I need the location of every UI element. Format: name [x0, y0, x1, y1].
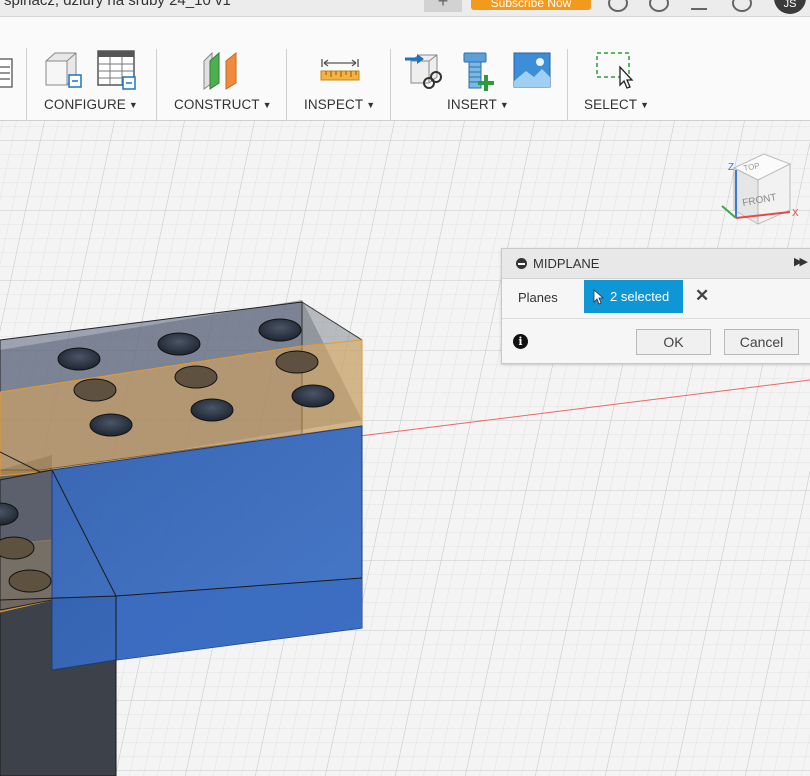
configure-label: CONFIGURE — [44, 97, 126, 112]
selection-count: 2 selected — [610, 289, 670, 304]
toolbar: CONFIGURE ▼ CONSTRUCT ▼ INSPECT ▼ INSERT… — [0, 17, 810, 129]
title-bar: spinacz, dziury na śruby 24_10 v1 close-… — [0, 0, 810, 17]
toolbar-separator — [156, 49, 157, 129]
configure-box-icon[interactable] — [42, 49, 84, 93]
insert-mcmaster-bolt-icon[interactable] — [458, 49, 502, 93]
view-cube-x-label: X — [792, 208, 799, 219]
dialog-header[interactable]: MIDPLANE ▶▶ — [502, 249, 810, 279]
hole — [258, 318, 302, 342]
hole — [0, 536, 35, 560]
cancel-button[interactable]: Cancel — [724, 329, 799, 355]
hole — [190, 398, 234, 422]
expand-panel-icon[interactable]: ▶▶ — [794, 255, 808, 268]
toolbar-separator — [390, 49, 391, 129]
modify-table-icon[interactable] — [0, 57, 14, 89]
toolbar-separator — [286, 49, 287, 129]
document-title: spinacz, dziury na śruby 24_10 v1 — [4, 0, 231, 9]
insert-derive-icon[interactable] — [403, 49, 447, 93]
notifications-icon[interactable] — [649, 0, 669, 12]
job-status-icon[interactable] — [608, 0, 628, 12]
hole — [89, 413, 133, 437]
new-tab-button[interactable]: + — [424, 0, 462, 12]
toolbar-separator — [26, 48, 27, 128]
toolbar-separator — [567, 49, 568, 129]
clear-selection-icon[interactable]: ✕ — [695, 286, 709, 306]
configure-table-icon[interactable] — [95, 49, 139, 93]
toolbar-group-insert[interactable]: INSERT ▼ — [447, 97, 509, 112]
extensions-icon[interactable] — [691, 0, 707, 10]
hole — [57, 347, 101, 371]
subscribe-button[interactable]: Subscribe Now — [471, 0, 591, 10]
chevron-down-icon: ▼ — [128, 100, 138, 110]
chevron-down-icon: ▼ — [640, 100, 650, 110]
construct-label: CONSTRUCT — [174, 97, 260, 112]
hole — [174, 365, 218, 389]
construct-plane-icon[interactable] — [200, 49, 244, 93]
toolbar-group-select[interactable]: SELECT ▼ — [584, 97, 649, 112]
toolbar-group-construct[interactable]: CONSTRUCT ▼ — [174, 97, 272, 112]
hole — [8, 569, 52, 593]
insert-label: INSERT — [447, 97, 497, 112]
model-scene[interactable]: TOP FRONT Z X — [0, 121, 810, 776]
midplane-dialog: MIDPLANE ▶▶ Planes 2 selected ✕ i OK Can… — [501, 248, 810, 364]
view-cube-z-label: Z — [728, 162, 734, 173]
cursor-icon — [593, 289, 605, 305]
canvas-viewport[interactable]: TOP FRONT Z X — [0, 121, 810, 776]
collapse-icon[interactable] — [516, 258, 527, 269]
info-icon[interactable]: i — [513, 334, 528, 349]
toolbar-group-inspect[interactable]: INSPECT ▼ — [304, 97, 375, 112]
planes-selection-button[interactable]: 2 selected — [584, 280, 683, 313]
chevron-down-icon: ▼ — [262, 100, 272, 110]
select-label: SELECT — [584, 97, 638, 112]
help-icon[interactable] — [732, 0, 752, 12]
ok-button[interactable]: OK — [636, 329, 711, 355]
hole — [291, 384, 335, 408]
hole — [157, 332, 201, 356]
dialog-divider — [502, 318, 810, 319]
inspect-label: INSPECT — [304, 97, 364, 112]
planes-label: Planes — [518, 290, 558, 305]
chevron-down-icon: ▼ — [366, 100, 376, 110]
hole — [275, 350, 319, 374]
insert-canvas-image-icon[interactable] — [512, 51, 552, 91]
dialog-title: MIDPLANE — [533, 256, 600, 271]
hole — [73, 378, 117, 402]
toolbar-group-configure[interactable]: CONFIGURE ▼ — [44, 97, 138, 112]
measure-ruler-icon[interactable] — [318, 53, 362, 85]
chevron-down-icon: ▼ — [499, 100, 509, 110]
avatar[interactable]: JS — [774, 0, 806, 14]
select-window-icon[interactable] — [594, 49, 638, 93]
